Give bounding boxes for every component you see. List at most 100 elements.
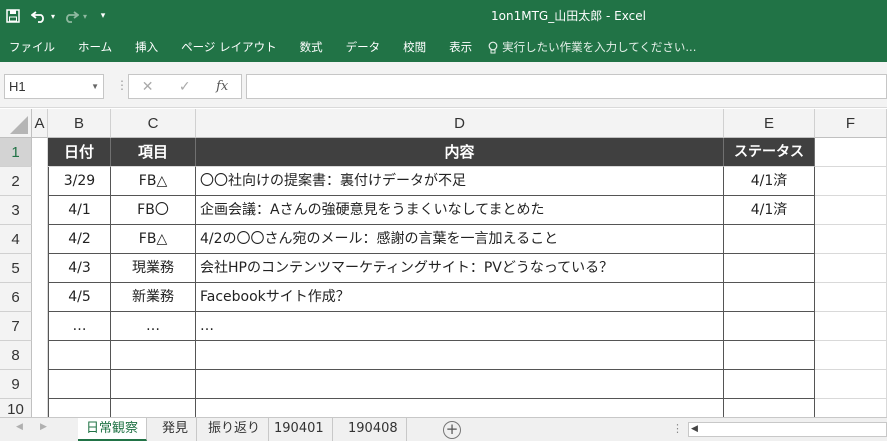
cell-f7[interactable] <box>815 312 887 341</box>
cell-content-row-10[interactable] <box>196 399 724 417</box>
column-a-cells[interactable] <box>32 138 48 417</box>
sheet-tab-daily-observation[interactable]: 日常観察 <box>78 418 148 441</box>
cell-f9[interactable] <box>815 370 887 399</box>
name-box-dropdown-icon[interactable]: ▼ <box>91 75 99 98</box>
tab-data[interactable]: データ <box>337 39 381 55</box>
cell-f3[interactable] <box>815 196 887 225</box>
row-header-8[interactable]: 8 <box>0 341 32 370</box>
cancel-icon[interactable]: ✕ <box>142 79 154 95</box>
cell-date-row-6[interactable]: 4/5 <box>48 283 111 312</box>
cell-f5[interactable] <box>815 254 887 283</box>
cell-status-row-3[interactable]: 4/1済 <box>724 196 815 225</box>
row-header-10[interactable]: 10 <box>0 399 32 417</box>
column-header-c[interactable]: C <box>111 109 196 138</box>
cell-content-row-2[interactable]: 〇〇社向けの提案書：裏付けデータが不足 <box>196 167 724 196</box>
cell-item-row-2[interactable]: FB△ <box>111 167 196 196</box>
tell-me-placeholder: 実行したい作業を入力してください... <box>502 40 697 54</box>
scroll-splitter-icon[interactable]: ⋮ <box>672 422 683 435</box>
name-box[interactable]: H1 ▼ <box>4 74 104 99</box>
row-header-1[interactable]: 1 <box>0 138 32 167</box>
cell-content-row-9[interactable] <box>196 370 724 399</box>
cell-f10[interactable] <box>815 399 887 417</box>
window-title: 1on1MTG_山田太郎 - Excel <box>491 9 646 23</box>
lightbulb-icon <box>488 41 498 53</box>
select-all-corner[interactable] <box>0 109 32 138</box>
prev-sheet-icon[interactable]: ◀ <box>16 422 23 432</box>
sheet-tab-review[interactable]: 振り返り <box>200 418 270 441</box>
row-header-9[interactable]: 9 <box>0 370 32 399</box>
cell-item-row-3[interactable]: FB〇 <box>111 196 196 225</box>
column-header-e[interactable]: E <box>724 109 815 138</box>
ribbon-tabs: ファイル ホーム 挿入 ページ レイアウト 数式 データ 校閲 表示 実行したい… <box>0 32 887 62</box>
header-status[interactable]: ステータス <box>724 138 815 167</box>
cell-date-row-8[interactable] <box>48 341 111 370</box>
row-header-4[interactable]: 4 <box>0 225 32 254</box>
cell-date-row-2[interactable]: 3/29 <box>48 167 111 196</box>
sheet-tab-190401[interactable]: 190401 <box>266 418 333 441</box>
cell-content-row-7[interactable]: … <box>196 312 724 341</box>
sheet-tab-discovery[interactable]: 発見 <box>154 418 198 441</box>
cell-f4[interactable] <box>815 225 887 254</box>
column-header-d[interactable]: D <box>196 109 724 138</box>
row-header-7[interactable]: 7 <box>0 312 32 341</box>
tab-home[interactable]: ホーム <box>69 39 112 55</box>
tab-review[interactable]: 校閲 <box>394 39 426 55</box>
cell-f2[interactable] <box>815 167 887 196</box>
cell-content-row-6[interactable]: Facebookサイト作成？ <box>196 283 724 312</box>
cell-status-row-2[interactable]: 4/1済 <box>724 167 815 196</box>
enter-icon[interactable]: ✓ <box>179 79 191 95</box>
tab-page-layout[interactable]: ページ レイアウト <box>172 39 276 55</box>
cell-content-row-3[interactable]: 企画会議：Aさんの強硬意見をうまくいなしてまとめた <box>196 196 724 225</box>
cell-item-row-5[interactable]: 現業務 <box>111 254 196 283</box>
tab-insert[interactable]: 挿入 <box>126 39 158 55</box>
cell-status-row-6[interactable] <box>724 283 815 312</box>
column-header-a[interactable]: A <box>32 109 48 138</box>
sheet-tab-190408[interactable]: 190408 <box>340 418 407 441</box>
add-sheet-icon[interactable]: + <box>443 421 461 439</box>
cell-status-row-5[interactable] <box>724 254 815 283</box>
cell-status-row-8[interactable] <box>724 341 815 370</box>
cell-item-row-10[interactable] <box>111 399 196 417</box>
formula-buttons: ✕ ✓ fx <box>128 74 242 99</box>
row-header-6[interactable]: 6 <box>0 283 32 312</box>
cell-item-row-9[interactable] <box>111 370 196 399</box>
cell-date-row-3[interactable]: 4/1 <box>48 196 111 225</box>
column-header-b[interactable]: B <box>48 109 111 138</box>
cell-f1[interactable] <box>815 138 887 167</box>
formula-bar-splitter-icon[interactable]: ⋮ <box>116 78 128 92</box>
tab-formulas[interactable]: 数式 <box>291 39 323 55</box>
cell-item-row-4[interactable]: FB△ <box>111 225 196 254</box>
cell-date-row-7[interactable]: … <box>48 312 111 341</box>
cell-content-row-4[interactable]: 4/2の〇〇さん宛のメール：感謝の言葉を一言加えること <box>196 225 724 254</box>
horizontal-scrollbar[interactable]: ◀ <box>688 422 887 437</box>
cell-date-row-9[interactable] <box>48 370 111 399</box>
row-header-5[interactable]: 5 <box>0 254 32 283</box>
header-date[interactable]: 日付 <box>48 138 111 167</box>
cell-date-row-5[interactable]: 4/3 <box>48 254 111 283</box>
cell-content-row-5[interactable]: 会社HPのコンテンツマーケティングサイト：PVどうなっている？ <box>196 254 724 283</box>
cell-status-row-4[interactable] <box>724 225 815 254</box>
cell-content-row-8[interactable] <box>196 341 724 370</box>
cell-date-row-4[interactable]: 4/2 <box>48 225 111 254</box>
row-header-2[interactable]: 2 <box>0 167 32 196</box>
cell-status-row-7[interactable] <box>724 312 815 341</box>
header-item[interactable]: 項目 <box>111 138 196 167</box>
tell-me-box[interactable]: 実行したい作業を入力してください... <box>488 39 696 55</box>
cell-status-row-9[interactable] <box>724 370 815 399</box>
formula-input[interactable] <box>246 74 887 99</box>
cell-item-row-7[interactable]: … <box>111 312 196 341</box>
header-content[interactable]: 内容 <box>196 138 724 167</box>
cell-f8[interactable] <box>815 341 887 370</box>
row-header-3[interactable]: 3 <box>0 196 32 225</box>
tab-file[interactable]: ファイル <box>0 39 55 55</box>
cell-f6[interactable] <box>815 283 887 312</box>
cell-item-row-6[interactable]: 新業務 <box>111 283 196 312</box>
column-header-f[interactable]: F <box>815 109 887 138</box>
insert-function-icon[interactable]: fx <box>216 79 228 94</box>
cell-date-row-10[interactable] <box>48 399 111 417</box>
next-sheet-icon[interactable]: ▶ <box>40 422 47 432</box>
scroll-left-icon[interactable]: ◀ <box>691 423 698 436</box>
cell-item-row-8[interactable] <box>111 341 196 370</box>
tab-view[interactable]: 表示 <box>440 39 472 55</box>
cell-status-row-10[interactable] <box>724 399 815 417</box>
